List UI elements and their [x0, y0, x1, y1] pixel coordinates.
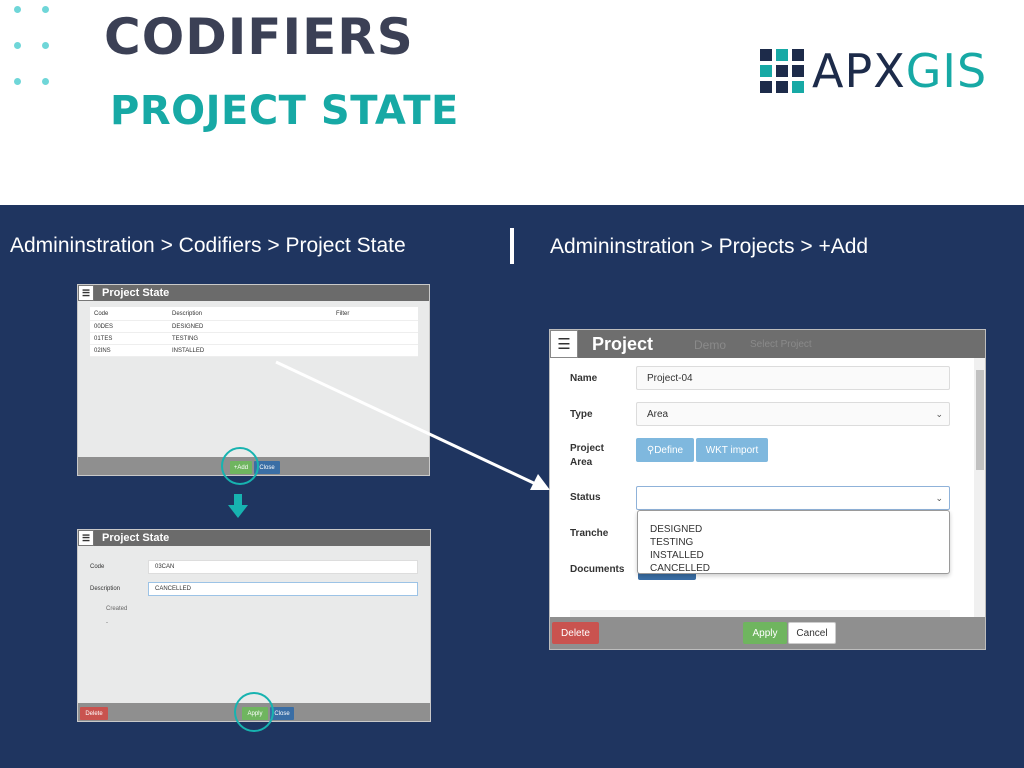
code-label: Code: [90, 564, 105, 570]
chevron-down-icon: ⌄: [935, 493, 943, 503]
apxgis-logo: APXGIS: [760, 48, 987, 94]
breadcrumb-left: Admininstration > Codifiers > Project St…: [10, 234, 406, 257]
ghost-project-select: Select Project: [750, 339, 812, 350]
type-label: Type: [570, 409, 593, 420]
delete-button[interactable]: Delete: [552, 622, 599, 644]
type-value: Area: [647, 408, 669, 420]
table-row[interactable]: 00DES DESIGNED: [90, 321, 418, 333]
chevron-down-icon: ⌄: [935, 409, 943, 419]
cell-description: TESTING: [172, 335, 199, 342]
delete-button[interactable]: Delete: [80, 707, 108, 720]
name-input[interactable]: Project-04: [636, 366, 950, 390]
header-area: CODIFIERS PROJECT STATE APXGIS: [0, 0, 1024, 205]
column-header-filter: Filter: [336, 310, 350, 317]
project-state-list-panel: ☰ Project State Code Description Filter …: [77, 284, 430, 476]
define-label: Define: [654, 444, 684, 456]
column-header-code: Code: [94, 310, 109, 317]
highlight-ring: [221, 447, 259, 485]
panel-header: ☰ Project State: [78, 530, 430, 546]
project-form-panel: ☰ Project Demo Select Project Name Proje…: [549, 329, 986, 650]
define-button[interactable]: ⚲ Define: [636, 438, 694, 462]
description-label: Description: [90, 586, 121, 592]
status-option[interactable]: INSTALLED: [650, 549, 949, 562]
cell-code: 00DES: [94, 323, 114, 330]
panel-header: ☰ Project State: [78, 285, 429, 301]
page-subtitle: PROJECT STATE: [110, 88, 459, 134]
page-title: CODIFIERS: [104, 8, 414, 66]
document-icon: ☰: [78, 530, 94, 546]
project-area-label: Project Area: [570, 443, 604, 468]
status-dropdown[interactable]: DESIGNED TESTING INSTALLED CANCELLED: [637, 510, 950, 574]
apply-button[interactable]: Apply: [743, 622, 787, 644]
cell-code: 01TES: [94, 335, 113, 342]
project-form-title: Project: [592, 333, 654, 354]
project-form-body: Name Project-04 Type Area ⌄ Project Area…: [550, 358, 974, 618]
documents-label: Documents: [570, 564, 625, 575]
cell-code: 02INS: [94, 347, 111, 354]
status-label: Status: [570, 492, 601, 503]
name-label: Name: [570, 373, 598, 384]
cell-description: DESIGNED: [172, 323, 204, 330]
status-option[interactable]: CANCELLED: [650, 562, 949, 575]
status-option[interactable]: DESIGNED: [650, 523, 949, 536]
cell-description: INSTALLED: [172, 347, 205, 354]
codes-table: Code Description Filter 00DES DESIGNED 0…: [90, 307, 418, 357]
tranche-label: Tranche: [570, 528, 609, 539]
highlight-ring: [234, 692, 274, 732]
table-row[interactable]: 01TES TESTING: [90, 333, 418, 345]
cancel-button[interactable]: Cancel: [788, 622, 836, 644]
logo-grid-icon: [760, 49, 804, 93]
breadcrumb-right: Admininstration > Projects > +Add: [550, 235, 869, 258]
table-header: Code Description Filter: [90, 307, 418, 321]
panel-title: Project State: [102, 287, 170, 299]
wkt-import-button[interactable]: WKT import: [696, 438, 768, 462]
created-value: -: [106, 620, 108, 626]
table-row[interactable]: 02INS INSTALLED: [90, 345, 418, 357]
project-form-header: ☰ Project Demo Select Project: [550, 330, 985, 358]
logo-text: APXGIS: [812, 44, 988, 98]
panel-title: Project State: [102, 532, 170, 544]
column-header-description: Description: [172, 310, 203, 317]
arrow-down-icon: [228, 494, 248, 518]
scrollbar-thumb[interactable]: [976, 370, 984, 470]
map-pin-icon: ⚲: [646, 444, 655, 456]
divider: [510, 228, 514, 264]
scrollbar[interactable]: [974, 358, 985, 618]
status-select[interactable]: ⌄: [636, 486, 950, 510]
status-option[interactable]: TESTING: [650, 536, 949, 549]
document-icon: ☰: [78, 285, 94, 301]
description-input[interactable]: CANCELLED: [148, 582, 418, 596]
created-label: Created: [106, 606, 128, 612]
ghost-project-name: Demo: [694, 338, 727, 352]
type-select[interactable]: Area ⌄: [636, 402, 950, 426]
document-icon: ☰: [550, 330, 578, 358]
code-input[interactable]: 03CAN: [148, 560, 418, 574]
